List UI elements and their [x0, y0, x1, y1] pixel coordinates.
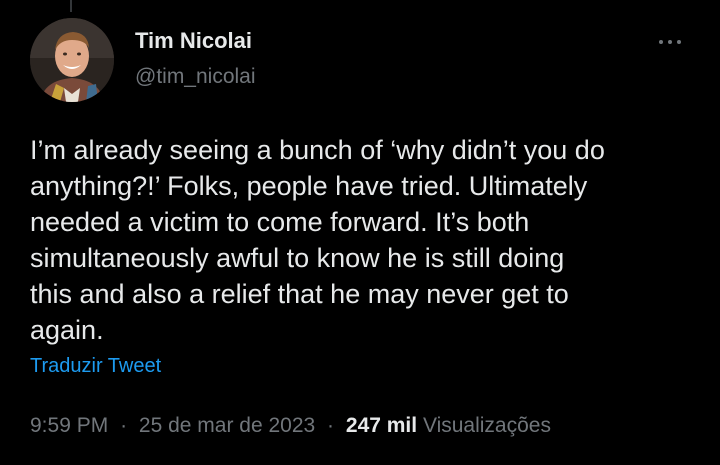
translate-tweet-link[interactable]: Traduzir Tweet: [30, 355, 161, 378]
tweet-meta: 9:59 PM · 25 de mar de 2023 · 247 mil Vi…: [30, 414, 551, 438]
more-options-button[interactable]: [650, 30, 690, 54]
avatar[interactable]: [30, 18, 114, 102]
tweet-text-line: this and also a relief that he may never…: [30, 279, 569, 309]
thread-connector-line: [70, 0, 72, 12]
avatar-image: [30, 18, 114, 102]
views-label[interactable]: Visualizações: [423, 414, 551, 437]
tweet-time[interactable]: 9:59 PM: [30, 414, 108, 437]
tweet-text-line: simultaneously awful to know he is still…: [30, 243, 565, 273]
author-name[interactable]: Tim Nicolai: [135, 28, 252, 54]
tweet-text: I’m already seeing a bunch of ‘why didn’…: [30, 132, 700, 348]
tweet-text-line: again.: [30, 315, 104, 345]
separator-dot: ·: [120, 414, 128, 437]
tweet-text-line: needed a victim to come forward. It’s bo…: [30, 207, 530, 237]
separator-dot: ·: [327, 414, 335, 437]
more-horizontal-icon: [659, 40, 681, 44]
tweet-text-line: anything?!’ Folks, people have tried. Ul…: [30, 171, 588, 201]
author-handle[interactable]: @tim_nicolai: [135, 65, 256, 89]
tweet-date[interactable]: 25 de mar de 2023: [139, 414, 315, 437]
views-count[interactable]: 247 mil: [346, 414, 417, 437]
tweet-text-line: I’m already seeing a bunch of ‘why didn’…: [30, 135, 605, 165]
